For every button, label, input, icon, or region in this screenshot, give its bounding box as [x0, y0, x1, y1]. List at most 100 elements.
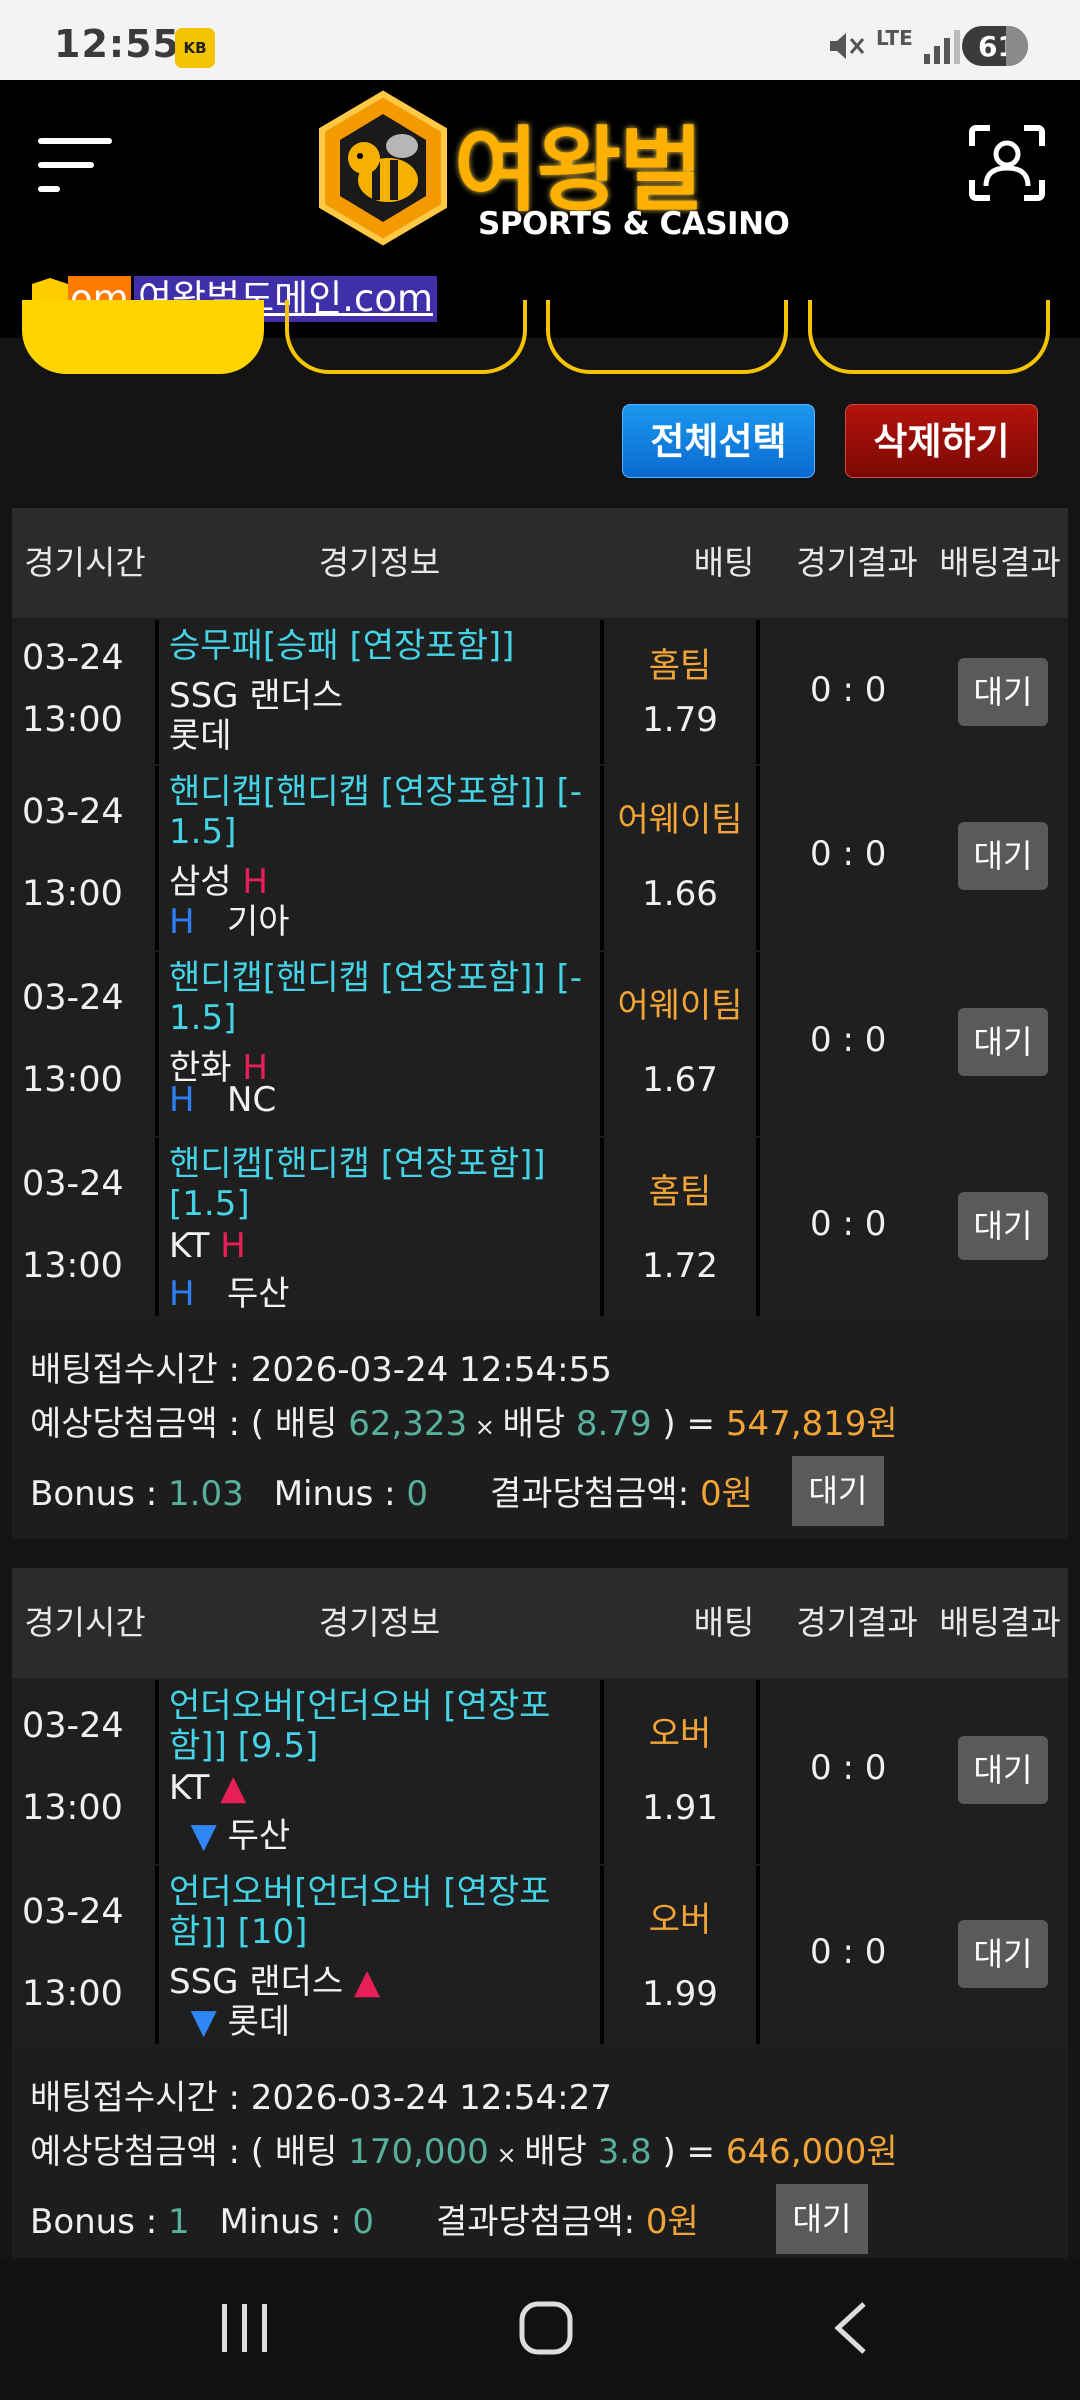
table-row[interactable]: 03-24 13:00 언더오버[언더오버 [연장포함]] [9.5] KT ▲…	[12, 1680, 1068, 1864]
recent-apps-icon[interactable]	[220, 2302, 270, 2354]
odds-label: 배당	[502, 1404, 576, 1444]
bet-odds: 1.67	[642, 1060, 718, 1100]
status-button[interactable]: 대기	[958, 1920, 1048, 1988]
over-up-icon: ▲	[220, 1768, 247, 1808]
status-button[interactable]: 대기	[958, 1736, 1048, 1804]
delete-button[interactable]: 삭제하기	[845, 404, 1038, 478]
bet-odds: 1.79	[642, 700, 718, 740]
equals-sign: ) =	[651, 1404, 726, 1444]
minus-value: 0	[352, 2202, 374, 2242]
game-date: 03-24	[22, 1164, 124, 1204]
status-button[interactable]: 대기	[958, 822, 1048, 890]
bet-odds: 1.72	[642, 1246, 718, 1286]
home-icon[interactable]	[518, 2300, 574, 2356]
site-logo[interactable]: 여왕벌 SPORTS & CASINO	[316, 90, 790, 250]
equals-sign: ) =	[651, 2132, 726, 2172]
minus-label: Minus :	[273, 1474, 407, 1514]
away-team: 롯데	[169, 716, 232, 756]
bet-odds: 1.99	[642, 1974, 718, 2014]
status-time: 12:55	[54, 22, 180, 66]
profile-scan-icon[interactable]	[968, 124, 1046, 202]
under-down-icon: ▼	[190, 1816, 217, 1856]
game-date: 03-24	[22, 1892, 124, 1932]
status-bar: 12:55 KB LTE 61	[0, 0, 1080, 80]
summary-status-button[interactable]: 대기	[776, 2184, 868, 2254]
table-row[interactable]: 03-24 13:00 핸디캡[핸디캡 [연장포함]] [-1.5] 삼성 H …	[12, 766, 1068, 950]
back-icon[interactable]	[830, 2300, 870, 2356]
handicap-marker: H	[169, 902, 195, 942]
times-sign: ×	[488, 2141, 525, 2169]
bet-slip-1: 경기시간 경기정보 배팅 경기결과 배팅결과 03-24 13:00 승무패[승…	[12, 508, 1068, 1538]
game-score: 0 : 0	[810, 1932, 887, 1972]
result-value: 0원	[645, 2202, 699, 2242]
expected-label: 예상당첨금액 : ( 배팅	[30, 1404, 349, 1444]
bet-pick: 홈팀	[648, 1172, 712, 1212]
away-team: NC	[227, 1080, 277, 1120]
tab-4[interactable]	[808, 300, 1050, 374]
header-time: 경기시간	[24, 543, 146, 582]
game-score: 0 : 0	[810, 670, 887, 710]
game-time: 13:00	[22, 1246, 123, 1286]
status-button[interactable]: 대기	[958, 658, 1048, 726]
home-team: KT	[169, 1768, 210, 1808]
home-team: KT	[169, 1226, 210, 1266]
tab-2[interactable]	[285, 300, 527, 374]
away-team: 롯데	[227, 2002, 291, 2042]
header-time: 경기시간	[24, 1603, 146, 1642]
signal-icon	[924, 30, 960, 64]
handicap-marker: H	[220, 1226, 246, 1266]
market-name: 핸디캡[핸디캡 [연장포함]] [-1.5]	[169, 958, 583, 1038]
header-result: 경기결과	[796, 1603, 918, 1642]
header-bet-result: 배팅결과	[939, 1603, 1061, 1642]
table-row[interactable]: 03-24 13:00 언더오버[언더오버 [연장포함]] [10] SSG 랜…	[12, 1866, 1068, 2044]
tab-3[interactable]	[546, 300, 788, 374]
away-team: 기아	[227, 902, 290, 942]
market-name: 언더오버[언더오버 [연장포함]] [10]	[169, 1872, 551, 1952]
bet-summary: 배팅접수시간 : 2026-03-24 12:54:27 예상당첨금액 : ( …	[12, 2044, 1068, 2258]
bonus-label: Bonus :	[30, 1474, 169, 1514]
over-up-icon: ▲	[353, 1962, 381, 2002]
total-odds: 8.79	[575, 1404, 652, 1444]
received-time: 2026-03-24 12:54:27	[250, 2078, 612, 2118]
market-name: 승무패[승패 [연장포함]]	[169, 626, 515, 666]
summary-status-button[interactable]: 대기	[792, 1456, 884, 1526]
bet-slip-2: 경기시간 경기정보 배팅 경기결과 배팅결과 03-24 13:00 언더오버[…	[12, 1568, 1068, 2258]
bet-odds: 1.91	[642, 1788, 718, 1828]
bonus-value: 1.03	[168, 1474, 244, 1514]
game-time: 13:00	[22, 874, 123, 914]
header-bet-result: 배팅결과	[939, 543, 1061, 582]
game-date: 03-24	[22, 978, 124, 1018]
header-info: 경기정보	[318, 543, 441, 582]
game-time: 13:00	[22, 1974, 123, 2014]
odds-label: 배당	[524, 2132, 598, 2172]
system-nav-bar	[0, 2262, 1080, 2400]
game-score: 0 : 0	[810, 1020, 887, 1060]
game-date: 03-24	[22, 638, 124, 678]
game-score: 0 : 0	[810, 1748, 887, 1788]
logo-subtitle: SPORTS & CASINO	[478, 206, 790, 242]
app-notification-icon: KB	[175, 28, 215, 68]
expected-payout: 547,819원	[725, 1404, 898, 1444]
header-info: 경기정보	[318, 1603, 441, 1642]
total-odds: 3.8	[597, 2132, 652, 2172]
game-date: 03-24	[22, 1706, 124, 1746]
game-time: 13:00	[22, 1788, 123, 1828]
lte-indicator: LTE	[876, 26, 913, 50]
status-button[interactable]: 대기	[958, 1008, 1048, 1076]
bet-pick: 어웨이팀	[617, 986, 743, 1026]
menu-icon[interactable]	[38, 132, 112, 198]
game-time: 13:00	[22, 1060, 123, 1100]
select-all-button[interactable]: 전체선택	[622, 404, 815, 478]
market-name: 핸디캡[핸디캡 [연장포함]] [1.5]	[169, 1144, 546, 1224]
status-button[interactable]: 대기	[958, 1192, 1048, 1260]
tab-1[interactable]	[22, 300, 264, 374]
bet-amount: 170,000	[348, 2132, 489, 2172]
received-label: 배팅접수시간 :	[30, 2078, 251, 2118]
table-row[interactable]: 03-24 13:00 핸디캡[핸디캡 [연장포함]] [1.5] KT H H…	[12, 1138, 1068, 1316]
table-row[interactable]: 03-24 13:00 핸디캡[핸디캡 [연장포함]] [-1.5] 한화 H …	[12, 952, 1068, 1136]
expected-label: 예상당첨금액 : ( 배팅	[30, 2132, 349, 2172]
table-row[interactable]: 03-24 13:00 승무패[승패 [연장포함]] SSG 랜더스 롯데 홈팀…	[12, 620, 1068, 764]
table-header: 경기시간 경기정보 배팅 경기결과 배팅결과	[12, 508, 1068, 618]
expected-payout: 646,000원	[725, 2132, 898, 2172]
battery-level: 61	[978, 30, 1017, 63]
